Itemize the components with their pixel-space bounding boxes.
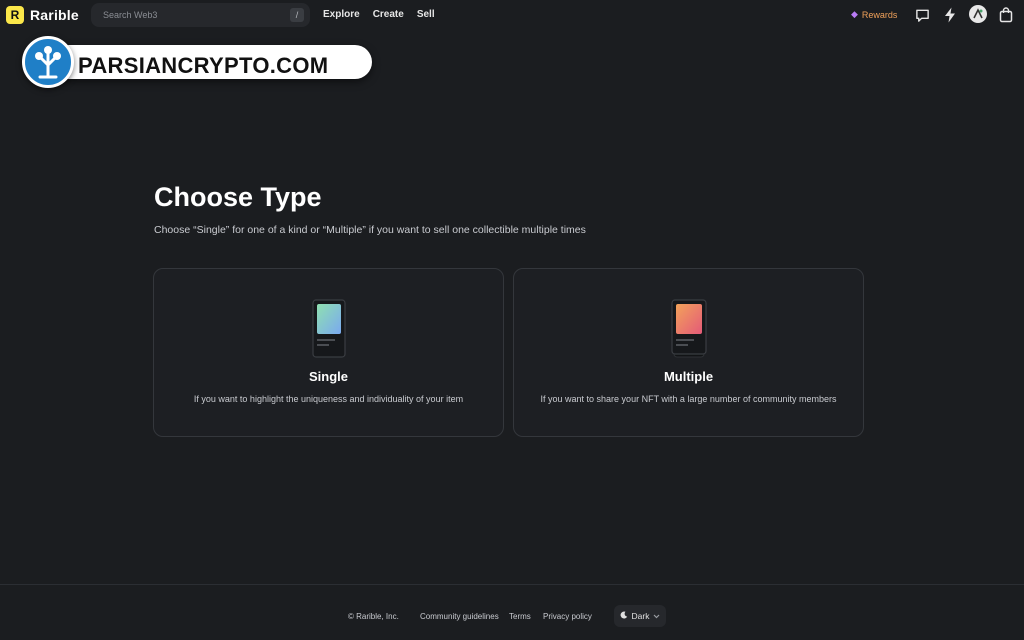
multiple-card-description: If you want to share your NFT with a lar… xyxy=(540,394,837,404)
rewards-label: Rewards xyxy=(861,9,898,20)
diamond-icon: ◆ xyxy=(851,9,858,19)
nav-sell[interactable]: Sell xyxy=(417,9,435,20)
footer-divider xyxy=(0,584,1024,585)
rarible-logo-icon[interactable]: R xyxy=(6,6,24,24)
page-title: Choose Type xyxy=(154,182,322,212)
top-bar: R Rarible / Explore Create Sell ◆ Reward… xyxy=(0,0,1024,30)
watermark-badge: PARSIANCRYPTO.COM xyxy=(22,36,372,88)
rewards-link[interactable]: ◆ Rewards xyxy=(851,9,897,20)
search-box[interactable]: / xyxy=(91,3,310,27)
search-shortcut-key: / xyxy=(290,8,304,22)
watermark-logo-icon xyxy=(22,36,74,88)
multiple-card-title: Multiple xyxy=(663,369,714,384)
footer-link-privacy-policy[interactable]: Privacy policy xyxy=(543,612,592,621)
moon-icon xyxy=(620,611,628,621)
chevron-down-icon xyxy=(653,611,660,621)
bolt-icon[interactable] xyxy=(941,6,959,24)
theme-toggle-button[interactable]: Dark xyxy=(614,605,666,627)
main-nav: Explore Create Sell xyxy=(323,9,435,20)
search-input[interactable] xyxy=(91,3,310,27)
single-nft-icon xyxy=(311,299,346,364)
footer-copyright: © Rarible, Inc. xyxy=(348,612,399,621)
watermark-text: PARSIANCRYPTO.COM xyxy=(78,53,329,78)
chat-icon[interactable] xyxy=(913,6,931,24)
multiple-nft-icon xyxy=(670,299,707,364)
footer-link-community-guidelines[interactable]: Community guidelines xyxy=(420,612,499,621)
footer-link-terms[interactable]: Terms xyxy=(509,612,531,621)
single-card-description: If you want to highlight the uniqueness … xyxy=(193,394,464,404)
page-subtitle: Choose “Single” for one of a kind or “Mu… xyxy=(154,224,586,236)
nav-explore[interactable]: Explore xyxy=(323,9,360,20)
theme-label: Dark xyxy=(631,611,650,621)
single-card-title: Single xyxy=(308,369,348,384)
multiple-type-card[interactable]: Multiple If you want to share your NFT w… xyxy=(513,268,864,437)
single-type-card[interactable]: Single If you want to highlight the uniq… xyxy=(153,268,504,437)
brand-name[interactable]: Rarible xyxy=(30,7,79,23)
shopping-bag-icon[interactable] xyxy=(997,6,1015,24)
nav-create[interactable]: Create xyxy=(373,9,404,20)
avatar[interactable] xyxy=(969,5,987,23)
